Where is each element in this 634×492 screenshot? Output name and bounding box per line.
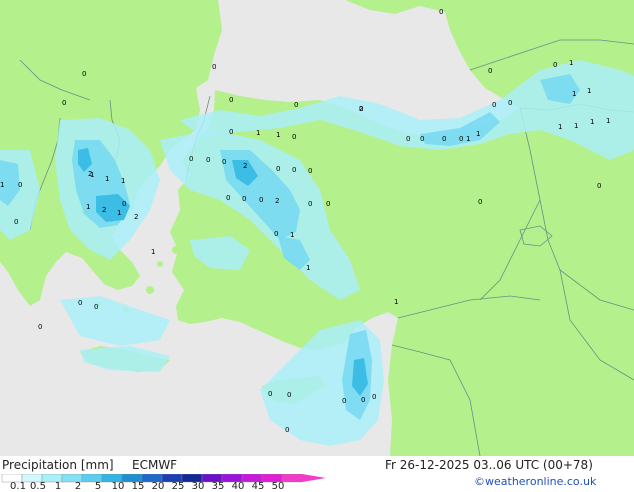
legend-tick-label: 2 xyxy=(74,481,82,492)
precip-value-label: 2 xyxy=(243,162,247,170)
land-island xyxy=(185,227,195,237)
precip-value-label: 0 xyxy=(259,196,263,204)
precip-value-label: 0 xyxy=(226,194,230,202)
precip-value-label: 0 xyxy=(82,70,86,78)
precip-value-label: 0 xyxy=(62,99,66,107)
precip-value-label: 0 xyxy=(372,393,376,401)
precip-value-label: 1 xyxy=(394,298,398,306)
legend-tick-label: 45 xyxy=(251,481,265,492)
precip-value-label: 0 xyxy=(492,101,496,109)
precip-value-label: 0 xyxy=(276,165,280,173)
precip-value-label: 0 xyxy=(406,135,410,143)
precip-value-label: 1 xyxy=(86,203,90,211)
precip-value-label: 0 xyxy=(14,218,18,226)
legend-tick-label: 0.5 xyxy=(30,481,46,492)
precip-value-label: 0 xyxy=(292,166,296,174)
land-island xyxy=(157,261,163,267)
precip-value-label: 1 xyxy=(587,87,591,95)
precip-value-label: 0 xyxy=(294,101,298,109)
legend-tick-label: 30 xyxy=(191,481,205,492)
precip-value-label: 0 xyxy=(18,181,22,189)
credit-link[interactable]: ©weatheronline.co.uk xyxy=(474,475,596,488)
valid-time: Fr 26-12-2025 03..06 UTC (00+78) xyxy=(385,458,593,472)
legend-tick-label: 1 xyxy=(54,481,62,492)
land-island xyxy=(233,277,239,283)
precip-value-label: 0 xyxy=(78,299,82,307)
legend-tick-label: 20 xyxy=(151,481,165,492)
legend-tick-label: 35 xyxy=(211,481,225,492)
precip-value-label: 2 xyxy=(102,206,106,214)
precip-value-label: 1 xyxy=(466,135,470,143)
legend-tick-label: 25 xyxy=(171,481,185,492)
precip-value-label: 0 xyxy=(94,303,98,311)
precip-value-label: 0 xyxy=(508,99,512,107)
precip-value-label: 1 xyxy=(572,90,576,98)
legend-swatch xyxy=(281,474,303,483)
precip-value-label: 1 xyxy=(121,177,125,185)
legend-tick-label: 40 xyxy=(231,481,245,492)
precip-value-label: 1 xyxy=(256,129,260,137)
precip-value-label: 0 xyxy=(420,135,424,143)
precip-value-label: 0 xyxy=(308,167,312,175)
precip-value-label: 1 xyxy=(276,131,280,139)
legend-tick-label: 10 xyxy=(111,481,125,492)
precip-value-label: 1 xyxy=(306,264,310,272)
precip-value-label: 0 xyxy=(342,397,346,405)
legend-tick-label: 15 xyxy=(131,481,145,492)
precip-value-label: 2 xyxy=(88,170,92,178)
precip-value-label: 0 xyxy=(326,200,330,208)
precip-value-label: 0 xyxy=(229,96,233,104)
precip-value-label: 0 xyxy=(361,396,365,404)
precip-value-label: 1 xyxy=(569,59,573,67)
precip-value-label: 1 xyxy=(574,122,578,130)
precip-value-label: 0 xyxy=(242,195,246,203)
precip-value-label: 1 xyxy=(290,231,294,239)
precip-value-label: 0 xyxy=(212,63,216,71)
precip-value-label: 1 xyxy=(558,123,562,131)
precip-value-label: 2 xyxy=(359,105,363,113)
legend-tick-label: 5 xyxy=(94,481,102,492)
precip-value-label: 1 xyxy=(105,175,109,183)
precip-value-label: 0 xyxy=(274,230,278,238)
precip-value-label: 0 xyxy=(206,156,210,164)
precip-value-label: 0 xyxy=(122,200,126,208)
land-island xyxy=(146,286,154,294)
precip-value-label: 1 xyxy=(117,209,121,217)
precip-value-label: 0 xyxy=(553,61,557,69)
map-title: Precipitation [mm] xyxy=(2,458,114,472)
precipitation-map: 0000000000000000000000000000000000111111… xyxy=(0,0,634,456)
precip-value-label: 1 xyxy=(590,118,594,126)
precip-value-label: 1 xyxy=(606,117,610,125)
precip-value-label: 0 xyxy=(308,200,312,208)
map-canvas: 000 00 00 0 0 0000 0 0 0 00 0 00 0 000 0 0 0 0000 001 111 11… xyxy=(0,0,634,456)
precip-value-label: 0 xyxy=(38,323,42,331)
land-island xyxy=(205,295,215,305)
precip-value-label: 0 xyxy=(189,155,193,163)
precip-value-label: 0 xyxy=(268,390,272,398)
land-island xyxy=(172,246,180,254)
precip-value-label: 0 xyxy=(597,182,601,190)
precip-value-label: 2 xyxy=(275,197,279,205)
model-name: ECMWF xyxy=(132,458,178,472)
legend-tick-label: 0.1 xyxy=(10,481,26,492)
precip-value-label: 1 xyxy=(0,181,4,189)
precip-value-label: 1 xyxy=(476,130,480,138)
precip-value-label: 0 xyxy=(459,135,463,143)
land-island xyxy=(249,261,255,267)
precip-value-label: 0 xyxy=(285,426,289,434)
legend-overflow-arrow xyxy=(302,474,326,482)
precip-value-label: 1 xyxy=(151,248,155,256)
precip-value-label: 0 xyxy=(439,8,443,16)
legend-tick-label: 50 xyxy=(271,481,285,492)
precip-value-label: 2 xyxy=(134,213,138,221)
precip-value-label: 0 xyxy=(222,158,226,166)
precip-value-label: 0 xyxy=(442,135,446,143)
precip-value-label: 0 xyxy=(229,128,233,136)
precip-value-label: 0 xyxy=(287,391,291,399)
precip-value-label: 0 xyxy=(292,133,296,141)
precip-value-label: 0 xyxy=(478,198,482,206)
precip-value-label: 0 xyxy=(488,67,492,75)
legend-color-bar xyxy=(1,474,326,483)
